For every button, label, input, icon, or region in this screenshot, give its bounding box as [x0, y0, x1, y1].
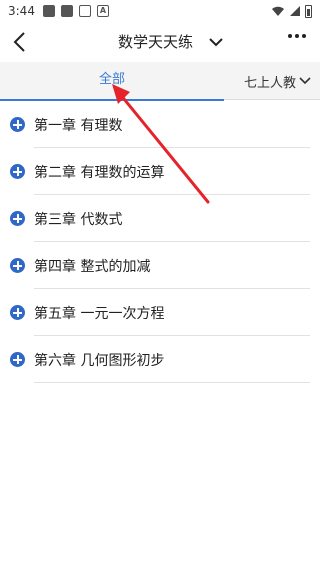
plus-circle-icon[interactable]	[10, 117, 25, 132]
notification-a-icon: A	[96, 5, 109, 17]
plus-circle-icon[interactable]	[10, 352, 25, 367]
more-icon[interactable]	[288, 34, 306, 38]
list-item[interactable]: 第四章 整式的加减	[0, 242, 320, 289]
grade-selector[interactable]: 七上人教	[244, 62, 312, 100]
annotation-arrow-icon	[112, 84, 210, 204]
back-arrow-icon[interactable]	[8, 28, 32, 56]
page-title: 数学天天练	[118, 33, 194, 51]
plus-circle-icon[interactable]	[10, 258, 25, 273]
status-bar: 3:44 A	[0, 0, 320, 22]
plus-circle-icon[interactable]	[10, 305, 25, 320]
chapter-label: 第四章 整式的加减	[34, 258, 151, 275]
list-item[interactable]: 第五章 一元一次方程	[0, 289, 320, 336]
chevron-down-icon	[209, 37, 223, 46]
chapter-label: 第六章 几何图形初步	[34, 352, 165, 369]
chevron-down-icon	[299, 77, 311, 85]
app-header: 数学天天练	[0, 22, 320, 62]
list-item[interactable]: 第六章 几何图形初步	[0, 336, 320, 383]
plus-circle-icon[interactable]	[10, 164, 25, 179]
plus-circle-icon[interactable]	[10, 211, 25, 226]
notification-icon	[42, 5, 55, 17]
grade-label: 七上人教	[243, 75, 296, 91]
title-dropdown[interactable]: 数学天天练	[118, 31, 225, 52]
signal-icon	[290, 6, 300, 16]
wifi-icon	[272, 6, 284, 16]
status-time: 3:44	[8, 4, 35, 18]
notification-icon	[60, 5, 73, 17]
battery-icon	[305, 4, 312, 18]
chapter-label: 第三章 代数式	[34, 211, 123, 228]
chapter-label: 第五章 一元一次方程	[34, 305, 165, 322]
notification-icon	[78, 5, 91, 17]
